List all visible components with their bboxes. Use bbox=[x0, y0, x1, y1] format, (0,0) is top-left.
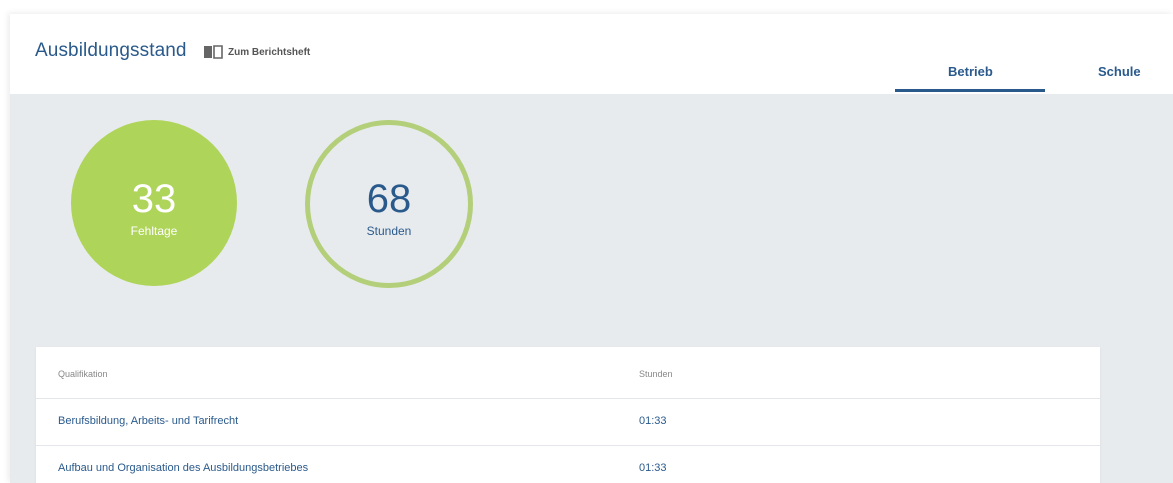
table-row[interactable]: Berufsbildung, Arbeits- und Tarifrecht 0… bbox=[36, 399, 1100, 446]
book-icon bbox=[203, 45, 223, 59]
hours-value: 68 bbox=[366, 177, 412, 221]
column-header-qualifikation[interactable]: Qualifikation bbox=[58, 369, 108, 379]
app-frame: Ausbildungsstand Zum Berichtsheft Betrie… bbox=[10, 14, 1173, 483]
table-header-row: Qualifikation Stunden bbox=[36, 347, 1100, 399]
report-link-label: Zum Berichtsheft bbox=[228, 46, 311, 58]
tab-betrieb[interactable]: Betrieb bbox=[948, 64, 993, 79]
qualification-name[interactable]: Aufbau und Organisation des Ausbildungsb… bbox=[58, 462, 308, 474]
report-book-link[interactable]: Zum Berichtsheft bbox=[203, 45, 310, 59]
column-header-stunden[interactable]: Stunden bbox=[639, 369, 673, 379]
hours-label: Stunden bbox=[366, 224, 412, 238]
active-tab-indicator bbox=[895, 89, 1045, 92]
qualification-hours: 01:33 bbox=[639, 462, 667, 474]
table-row[interactable]: Aufbau und Organisation des Ausbildungsb… bbox=[36, 446, 1100, 483]
absence-days-value: 33 bbox=[131, 177, 177, 221]
qualification-name[interactable]: Berufsbildung, Arbeits- und Tarifrecht bbox=[58, 415, 238, 427]
qualification-hours: 01:33 bbox=[639, 415, 667, 427]
absence-days-label: Fehltage bbox=[130, 224, 178, 238]
page-title: Ausbildungsstand bbox=[35, 40, 187, 61]
qualifications-table: Qualifikation Stunden Berufsbildung, Arb… bbox=[36, 347, 1100, 483]
tab-schule[interactable]: Schule bbox=[1098, 64, 1141, 79]
absence-days-stat: 33 Fehltage bbox=[71, 120, 237, 286]
page-header: Ausbildungsstand Zum Berichtsheft Betrie… bbox=[10, 14, 1173, 94]
hours-stat: 68 Stunden bbox=[305, 120, 473, 288]
